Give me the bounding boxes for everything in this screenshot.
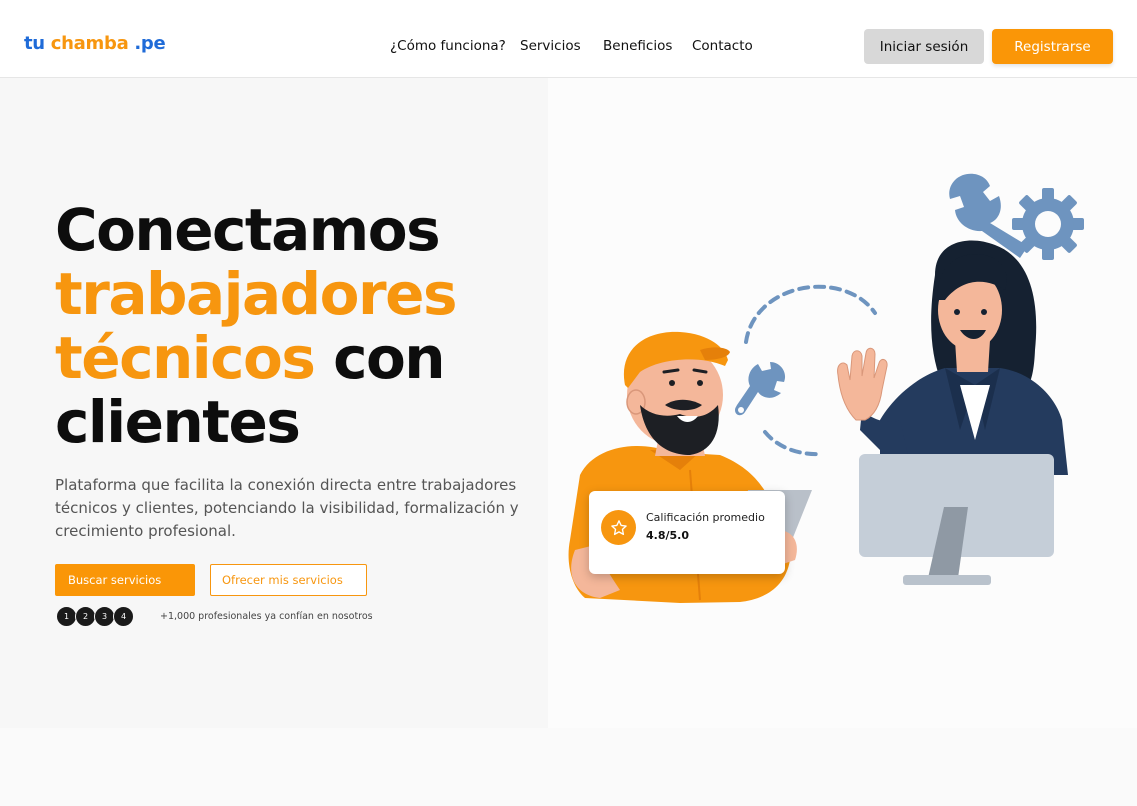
hero-headline: Conectamos trabajadores técnicos con cli… <box>55 196 457 456</box>
nav-link-servicios[interactable]: Servicios <box>520 38 603 54</box>
search-services-button[interactable]: Buscar servicios <box>55 564 195 596</box>
headline-line-4: clientes <box>55 388 301 456</box>
wrench-icon <box>735 362 786 416</box>
logo-part-pe: .pe <box>134 33 166 54</box>
dashed-arc-bottom <box>763 430 822 457</box>
register-button[interactable]: Registrarse <box>992 29 1113 64</box>
avatar-group: 1 2 3 4 <box>56 606 134 627</box>
hero-subtitle: Plataforma que facilita la conexión dire… <box>55 476 519 540</box>
offer-services-button[interactable]: Ofrecer mis servicios <box>210 564 367 596</box>
rating-label: Calificación promedio <box>646 511 765 524</box>
logo-part-chamba: chamba <box>50 33 129 54</box>
logo-part-tu: tu <box>24 33 45 54</box>
client-illustration <box>837 240 1068 585</box>
nav-link-beneficios[interactable]: Beneficios <box>603 38 692 54</box>
star-icon <box>601 510 636 545</box>
social-proof-text: +1,000 profesionales ya confían en nosot… <box>160 611 373 622</box>
hero-illustration <box>568 173 1084 603</box>
rating-card: Calificación promedio 4.8/5.0 <box>589 491 785 574</box>
brand-logo[interactable]: tu chamba .pe <box>24 33 166 54</box>
headline-highlight: técnicos <box>55 324 316 392</box>
nav-link-como-funciona[interactable]: ¿Cómo funciona? <box>390 38 520 54</box>
avatar: 3 <box>94 606 115 627</box>
top-navbar: tu chamba .pe ¿Cómo funciona? Servicios … <box>0 0 1137 78</box>
headline-connector: con <box>314 324 446 392</box>
headline-line-1: Conectamos <box>55 196 441 264</box>
headline-line-3: técnicos con <box>55 326 456 390</box>
avatar: 2 <box>75 606 96 627</box>
headline-line-2: trabajadores <box>55 260 457 328</box>
rating-value: 4.8/5.0 <box>646 529 689 542</box>
section-bottom <box>0 728 1137 806</box>
avatar: 1 <box>56 606 77 627</box>
avatar: 4 <box>113 606 134 627</box>
gear-icon <box>1012 188 1084 260</box>
main-nav: ¿Cómo funciona? Servicios Beneficios Con… <box>390 38 753 54</box>
dashed-arc-top <box>744 284 877 344</box>
nav-link-contacto[interactable]: Contacto <box>692 38 753 54</box>
login-button[interactable]: Iniciar sesión <box>864 29 984 64</box>
